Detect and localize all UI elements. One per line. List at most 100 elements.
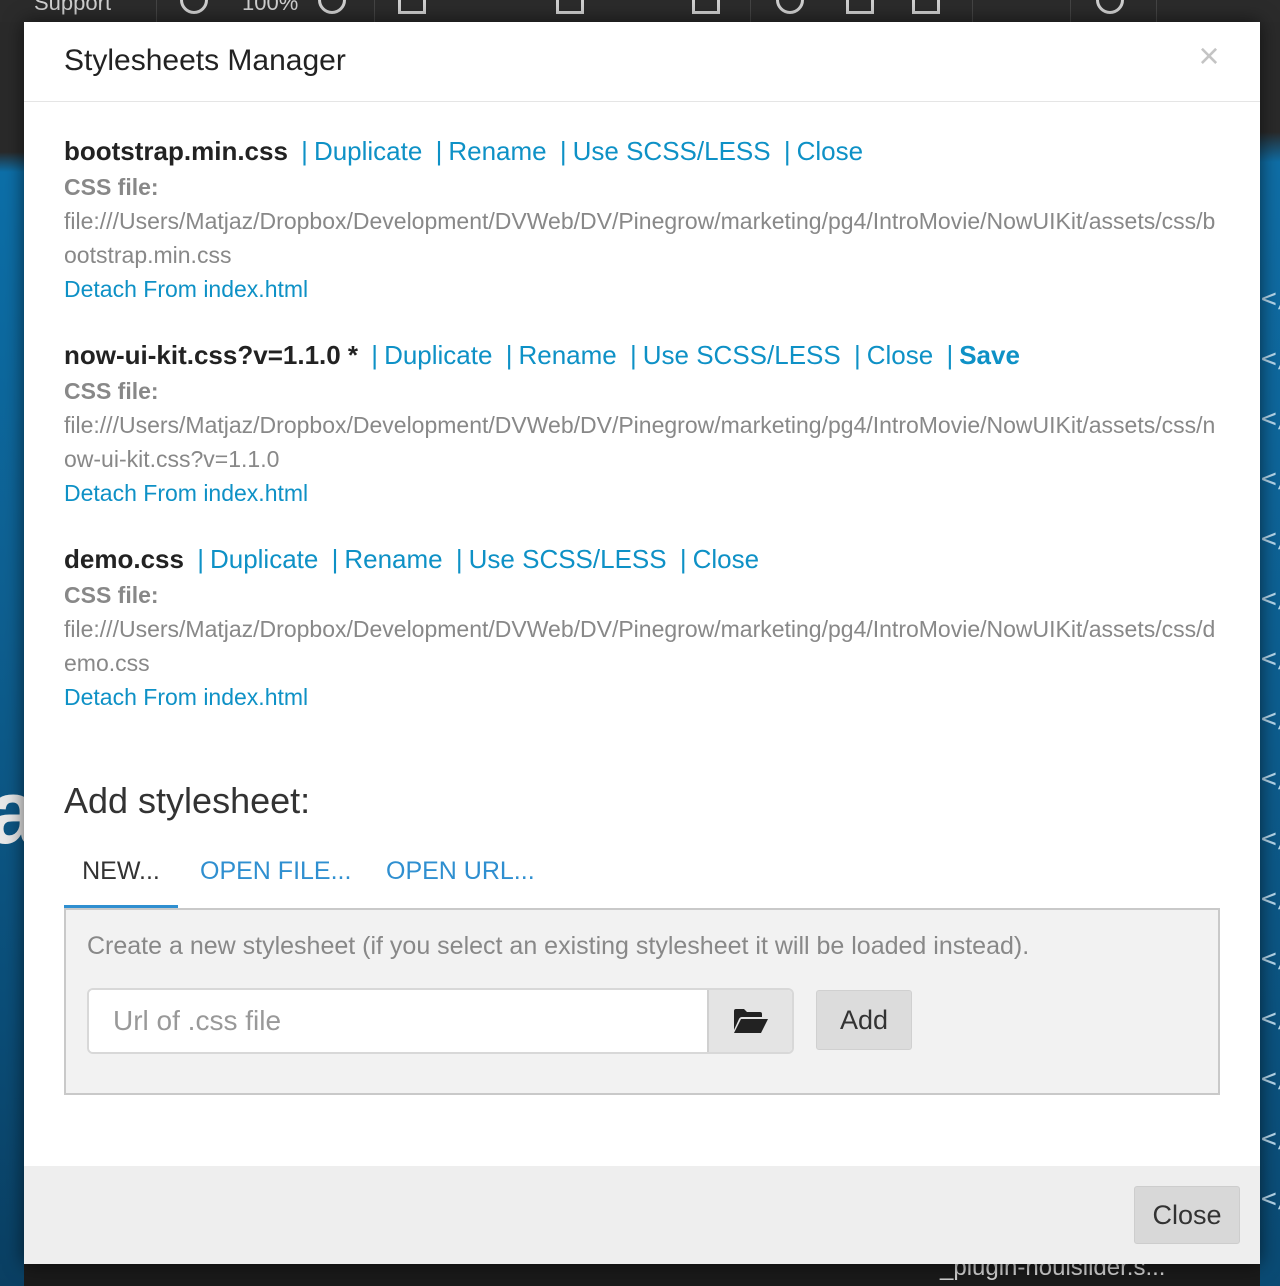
- tab-open-url[interactable]: OPEN URL...: [386, 848, 535, 908]
- css-file-path: file:///Users/Matjaz/Dropbox/Development…: [64, 616, 1216, 676]
- detach-link[interactable]: Detach From index.html: [64, 476, 1224, 510]
- code-tag: </: [1261, 1004, 1280, 1034]
- inbox-icon: [846, 0, 874, 14]
- code-tag: </: [1261, 1064, 1280, 1094]
- rename-link[interactable]: Rename: [448, 136, 546, 166]
- image-icon: [692, 0, 720, 14]
- stylesheet-entry: bootstrap.min.css | Duplicate | Rename | Us…: [64, 135, 1224, 306]
- add-stylesheet-heading: Add stylesheet:: [64, 780, 311, 821]
- background-canvas-left: a: [0, 22, 38, 1286]
- close-icon[interactable]: ×: [1194, 36, 1224, 76]
- separator: |: [629, 340, 637, 370]
- code-tag: </: [1261, 284, 1280, 314]
- separator: |: [455, 544, 463, 574]
- background-code-panel: </ </ </ </ </ </ </ </ </ </ </ </ </ <…: [1260, 22, 1280, 1286]
- stylesheet-entry: now-ui-kit.css?v=1.1.0 * | Duplicate | Ren…: [64, 339, 1224, 510]
- code-tag: </: [1261, 404, 1280, 434]
- code-tag: </: [1261, 764, 1280, 794]
- dialog-footer: Close: [24, 1166, 1260, 1264]
- code-tag: </: [1261, 704, 1280, 734]
- stylesheets-manager-dialog: Stylesheets Manager × bootstrap.min.css …: [24, 22, 1260, 1264]
- css-file-label: CSS file:: [64, 378, 159, 404]
- zoom-in-icon: [318, 0, 346, 14]
- duplicate-link[interactable]: Duplicate: [210, 544, 318, 574]
- stylesheet-header: now-ui-kit.css?v=1.1.0 * | Duplicate | Ren…: [64, 339, 1224, 371]
- url-input-group: [87, 988, 794, 1054]
- css-file-path: file:///Users/Matjaz/Dropbox/Development…: [64, 412, 1216, 472]
- stylesheet-name: demo.css: [64, 544, 184, 574]
- layout-icon: [398, 0, 426, 14]
- code-tag: </: [1261, 464, 1280, 494]
- stylesheet-header: demo.css | Duplicate | Rename | Use SCSS/LE…: [64, 543, 1224, 575]
- separator: |: [435, 136, 443, 166]
- browse-folder-button[interactable]: [707, 990, 792, 1052]
- separator: |: [331, 544, 339, 574]
- toolbar-separator: [750, 0, 751, 22]
- css-file-label: CSS file:: [64, 174, 159, 200]
- code-tag: </: [1261, 644, 1280, 674]
- close-stylesheet-link[interactable]: Close: [867, 340, 933, 370]
- toolbar-separator: [1156, 0, 1157, 22]
- support-menu: Support: [34, 0, 112, 15]
- separator: |: [371, 340, 379, 370]
- css-url-input[interactable]: [89, 990, 707, 1052]
- stylesheet-entry: demo.css | Duplicate | Rename | Use SCSS/LE…: [64, 543, 1224, 714]
- css-file-label: CSS file:: [64, 582, 159, 608]
- dialog-title: Stylesheets Manager: [64, 44, 346, 77]
- toolbar-separator: [972, 0, 973, 22]
- new-stylesheet-panel: Create a new stylesheet (if you select a…: [64, 908, 1220, 1095]
- separator: |: [301, 136, 308, 166]
- dialog-header: Stylesheets Manager ×: [24, 22, 1260, 102]
- toolbar-separator: [156, 0, 157, 22]
- code-tag: </: [1261, 1184, 1280, 1214]
- toolbar-separator: [374, 0, 375, 22]
- separator: |: [197, 544, 204, 574]
- separator: |: [505, 340, 513, 370]
- code-tag: </: [1261, 944, 1280, 974]
- background-toolbar: Support 100%: [0, 0, 1280, 23]
- zoom-out-icon: [180, 0, 208, 14]
- rename-link[interactable]: Rename: [344, 544, 442, 574]
- duplicate-link[interactable]: Duplicate: [384, 340, 492, 370]
- use-scss-less-link[interactable]: Use SCSS/LESS: [643, 340, 841, 370]
- rename-link[interactable]: Rename: [518, 340, 616, 370]
- code-tag: </: [1261, 584, 1280, 614]
- zoom-level: 100%: [242, 0, 299, 15]
- stylesheet-name: now-ui-kit.css?v=1.1.0 *: [64, 340, 359, 370]
- separator: |: [946, 340, 954, 370]
- separator: |: [559, 136, 567, 166]
- detach-link[interactable]: Detach From index.html: [64, 272, 1224, 306]
- separator: |: [783, 136, 791, 166]
- background-file-name: _plugin-nouislider.s...: [940, 1262, 1166, 1281]
- add-button[interactable]: Add: [816, 990, 912, 1050]
- add-page-icon: [912, 0, 940, 14]
- detach-link[interactable]: Detach From index.html: [64, 680, 1224, 714]
- css-file-path: file:///Users/Matjaz/Dropbox/Development…: [64, 208, 1216, 268]
- code-tag: </: [1261, 344, 1280, 374]
- use-scss-less-link[interactable]: Use SCSS/LESS: [469, 544, 667, 574]
- add-stylesheet-tabs: NEW... OPEN FILE... OPEN URL...: [64, 848, 1220, 908]
- code-tag: </: [1261, 1124, 1280, 1154]
- code-tag: </: [1261, 524, 1280, 554]
- folder-open-icon: [734, 1009, 768, 1033]
- close-stylesheet-link[interactable]: Close: [693, 544, 759, 574]
- tab-new[interactable]: NEW...: [64, 848, 178, 908]
- save-link[interactable]: Save: [959, 340, 1020, 370]
- code-tag: </: [1261, 884, 1280, 914]
- tab-open-file[interactable]: OPEN FILE...: [200, 848, 351, 908]
- search-icon: [1096, 0, 1124, 14]
- background-file-bar: _plugin-nouislider.s...: [24, 1262, 1260, 1286]
- code-tag: </: [1261, 824, 1280, 854]
- close-button[interactable]: Close: [1134, 1186, 1240, 1244]
- use-scss-less-link[interactable]: Use SCSS/LESS: [573, 136, 771, 166]
- stylesheet-header: bootstrap.min.css | Duplicate | Rename | Us…: [64, 135, 1224, 167]
- copy-icon: [556, 0, 584, 14]
- separator: |: [853, 340, 861, 370]
- separator: |: [679, 544, 687, 574]
- new-stylesheet-description: Create a new stylesheet (if you select a…: [87, 932, 1030, 960]
- duplicate-link[interactable]: Duplicate: [314, 136, 422, 166]
- history-icon: [776, 0, 804, 14]
- toolbar-separator: [1070, 0, 1071, 22]
- stylesheet-name: bootstrap.min.css: [64, 136, 288, 166]
- close-stylesheet-link[interactable]: Close: [797, 136, 863, 166]
